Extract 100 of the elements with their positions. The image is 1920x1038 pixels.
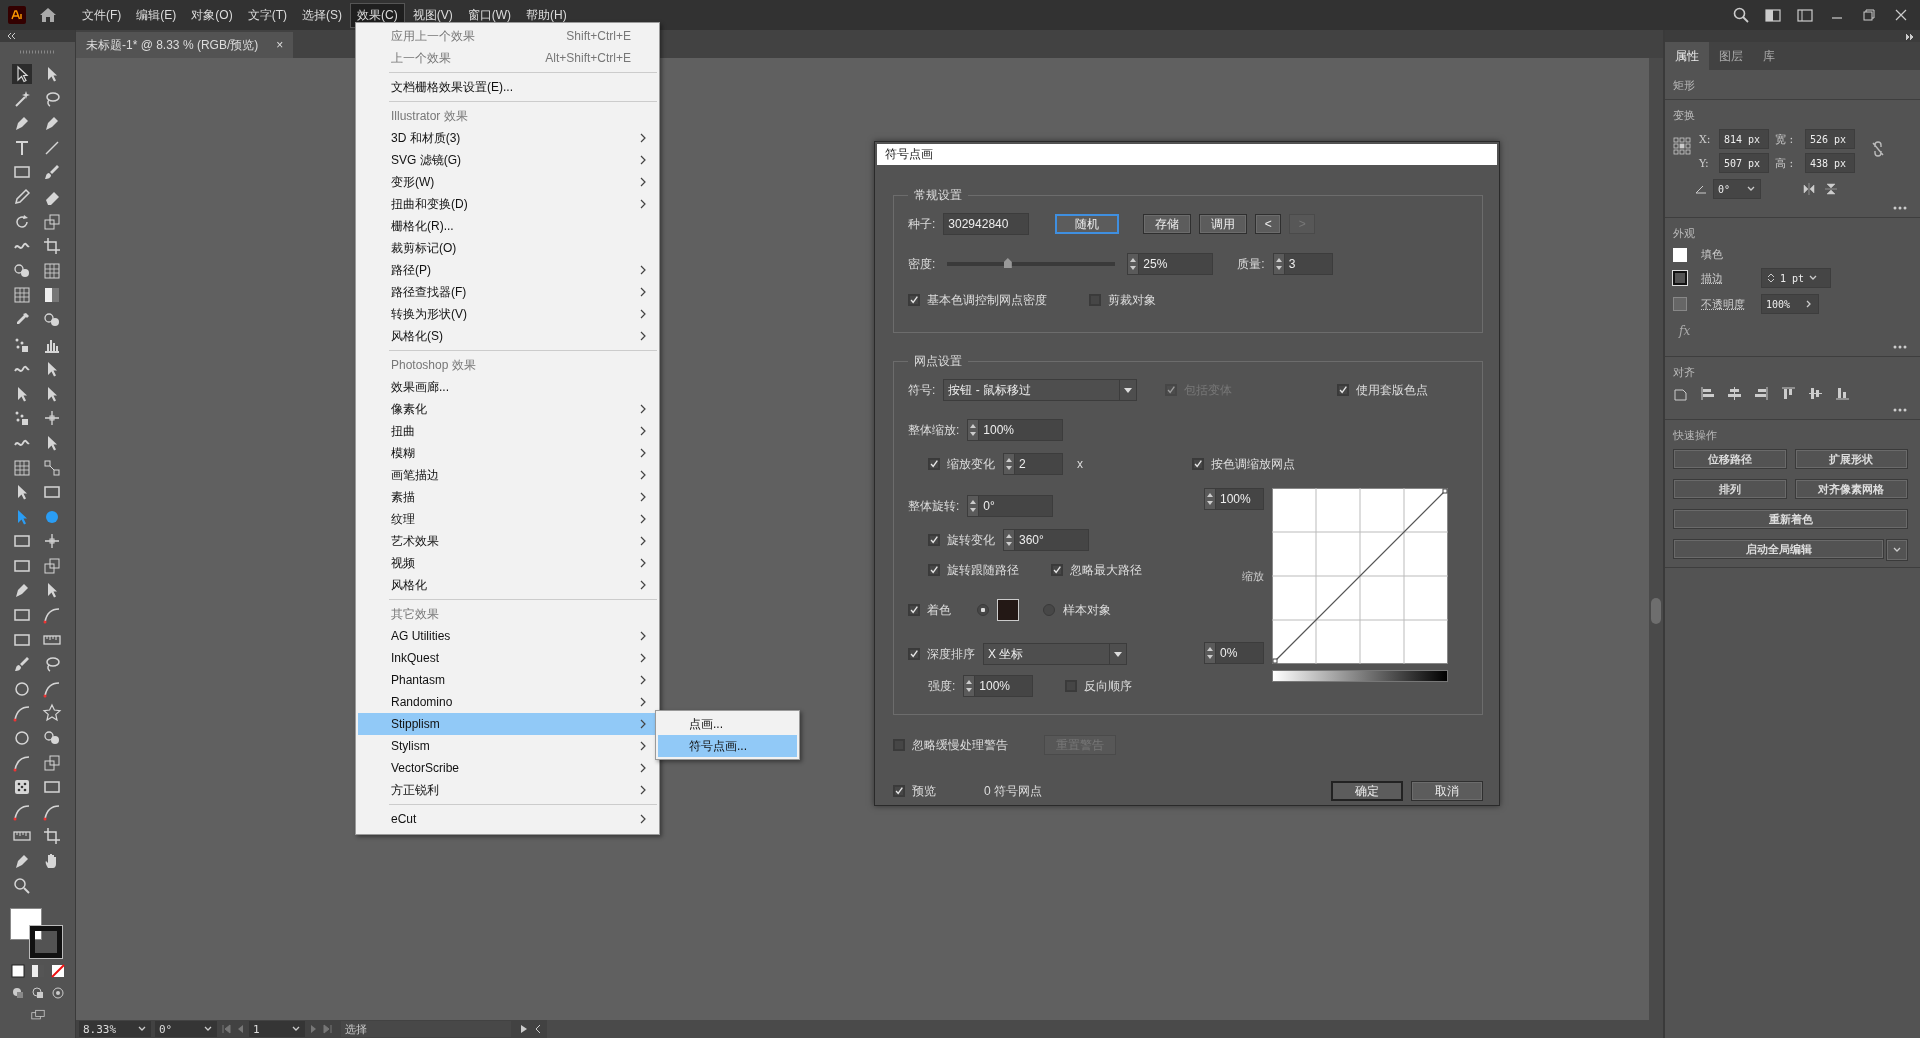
button[interactable]: 存储 (1143, 214, 1192, 234)
menu-item[interactable]: 符号点画... (658, 735, 797, 757)
checkbox[interactable] (928, 564, 940, 576)
menu-item[interactable]: 纹理 (358, 508, 657, 530)
scrollbar-thumb[interactable] (1651, 598, 1661, 624)
stepper-icon[interactable] (1205, 489, 1216, 509)
window-icon[interactable] (1796, 6, 1814, 24)
flip-horizontal-icon[interactable] (1803, 183, 1815, 195)
more-icon[interactable] (1892, 205, 1908, 211)
input-field[interactable]: 438 px (1805, 153, 1855, 173)
button[interactable]: 调用 (1199, 214, 1248, 234)
dropdown-button[interactable] (1886, 539, 1908, 561)
menu-item[interactable]: Stylism (358, 735, 657, 757)
menu-item[interactable]: 效果画廊... (358, 376, 657, 398)
stepper-icon[interactable] (968, 496, 980, 516)
checkbox[interactable] (1065, 680, 1078, 692)
crop-icon[interactable] (41, 826, 62, 847)
number-field[interactable]: 25% (1127, 253, 1214, 275)
action-button[interactable]: 对齐像素网格 (1794, 479, 1908, 499)
menu-item[interactable]: 素描 (358, 486, 657, 508)
stepper-icon[interactable] (964, 676, 976, 696)
ok-button[interactable]: 确定 (1331, 781, 1403, 801)
checkbox[interactable] (1337, 384, 1349, 396)
number-field[interactable]: 100% (963, 675, 1034, 697)
stepper-icon[interactable] (1004, 530, 1015, 550)
fill-mode-icon[interactable] (10, 963, 25, 978)
opacity-link[interactable]: 不透明度 (1701, 296, 1747, 312)
layout-icon[interactable] (1764, 6, 1782, 24)
draw-mode-icon[interactable] (50, 985, 65, 1000)
stroke-swatch[interactable] (29, 925, 62, 958)
dropdown[interactable]: X 坐标 (983, 643, 1127, 665)
checkbox[interactable] (928, 534, 940, 546)
cancel-button[interactable]: 取消 (1411, 781, 1483, 801)
grid-icon[interactable] (11, 457, 32, 478)
checkbox[interactable] (908, 604, 920, 616)
close-button[interactable]: × (276, 38, 284, 52)
artboard-field[interactable]: 1 (249, 1021, 305, 1037)
checkbox[interactable] (908, 648, 920, 660)
document-tab[interactable]: 未标题-1* @ 8.33 % (RGB/预览) × (76, 32, 294, 58)
menu-item[interactable]: 艺术效果 (358, 530, 657, 552)
align-to-icon[interactable] (1673, 386, 1688, 401)
scrollbar[interactable] (547, 1020, 1663, 1038)
star-icon[interactable] (41, 703, 62, 724)
restore-icon[interactable] (1860, 6, 1878, 24)
panel-tab[interactable]: 图层 (1709, 42, 1753, 70)
menu-item[interactable]: 文件(F) (76, 3, 128, 27)
stepper-icon[interactable] (968, 420, 980, 440)
number-field[interactable]: 0% (1204, 642, 1264, 664)
menu-item[interactable]: SVG 滤镜(G) (358, 149, 657, 171)
angle-field[interactable]: 0° (1713, 179, 1761, 199)
menu-item[interactable]: 3D 和材质(3) (358, 127, 657, 149)
input-field[interactable]: 507 px (1719, 153, 1769, 173)
number-field[interactable]: 0° (967, 495, 1054, 517)
action-button[interactable]: 重新着色 (1673, 509, 1908, 529)
scale-icon[interactable] (41, 555, 62, 576)
number-field[interactable]: 360° (1003, 529, 1089, 551)
menu-item[interactable]: 路径查找器(F) (358, 281, 657, 303)
menu-item[interactable]: AG Utilities (358, 625, 657, 647)
action-button[interactable]: 扩展形状 (1794, 449, 1908, 469)
more-icon[interactable] (1892, 344, 1908, 350)
crop-icon[interactable] (41, 236, 62, 257)
unlink-icon[interactable] (1871, 141, 1885, 157)
menu-item[interactable]: 栅格化(R)... (358, 215, 657, 237)
number-field[interactable]: 100% (967, 419, 1064, 441)
menu-item[interactable]: 路径(P) (358, 259, 657, 281)
checkbox[interactable] (893, 785, 905, 797)
grid-icon[interactable] (11, 285, 32, 306)
curve-graph[interactable] (1272, 488, 1448, 664)
checkbox[interactable] (893, 739, 905, 751)
menu-item[interactable]: 编辑(E) (130, 3, 183, 27)
menu-item[interactable]: VectorScribe (358, 757, 657, 779)
menu-item[interactable]: 点画... (658, 713, 797, 735)
panel-tab[interactable]: 属性 (1665, 42, 1709, 70)
input-field[interactable]: 814 px (1719, 129, 1769, 149)
menu-item[interactable]: 像素化 (358, 398, 657, 420)
number-field[interactable]: 100% (1204, 488, 1264, 510)
button[interactable]: < (1255, 214, 1282, 234)
checkbox[interactable] (1089, 294, 1101, 306)
panel-tab[interactable]: 库 (1753, 42, 1785, 70)
scroll-left-icon[interactable] (533, 1024, 543, 1034)
menu-item[interactable]: 选择(S) (296, 3, 348, 27)
align-middle-icon[interactable] (1808, 386, 1823, 401)
number-field[interactable]: 2 (1003, 453, 1063, 475)
draw-mode-icon[interactable] (10, 985, 25, 1000)
stroke-weight-field[interactable]: 1 pt (1761, 268, 1831, 288)
opacity-swatch[interactable] (1673, 297, 1687, 311)
menu-item[interactable]: 文字(T) (241, 3, 293, 27)
action-button[interactable]: 启动全局编辑 (1673, 539, 1884, 559)
seed-field[interactable]: 302942840 (943, 213, 1030, 235)
menu-item[interactable]: 裁剪标记(O) (358, 237, 657, 259)
home-icon[interactable] (38, 5, 58, 25)
search-icon[interactable] (1732, 6, 1750, 24)
curve-icon[interactable] (11, 703, 32, 724)
menu-item[interactable]: eCut (358, 808, 657, 830)
radio-button[interactable] (977, 604, 989, 616)
menu-item[interactable]: 方正锐利 (358, 779, 657, 801)
dropdown[interactable]: 按钮 - 鼠标移过 (943, 379, 1138, 401)
curve-icon[interactable] (41, 605, 62, 626)
stroke-swatch[interactable] (1673, 271, 1687, 285)
action-button[interactable]: 位移路径 (1673, 449, 1787, 469)
